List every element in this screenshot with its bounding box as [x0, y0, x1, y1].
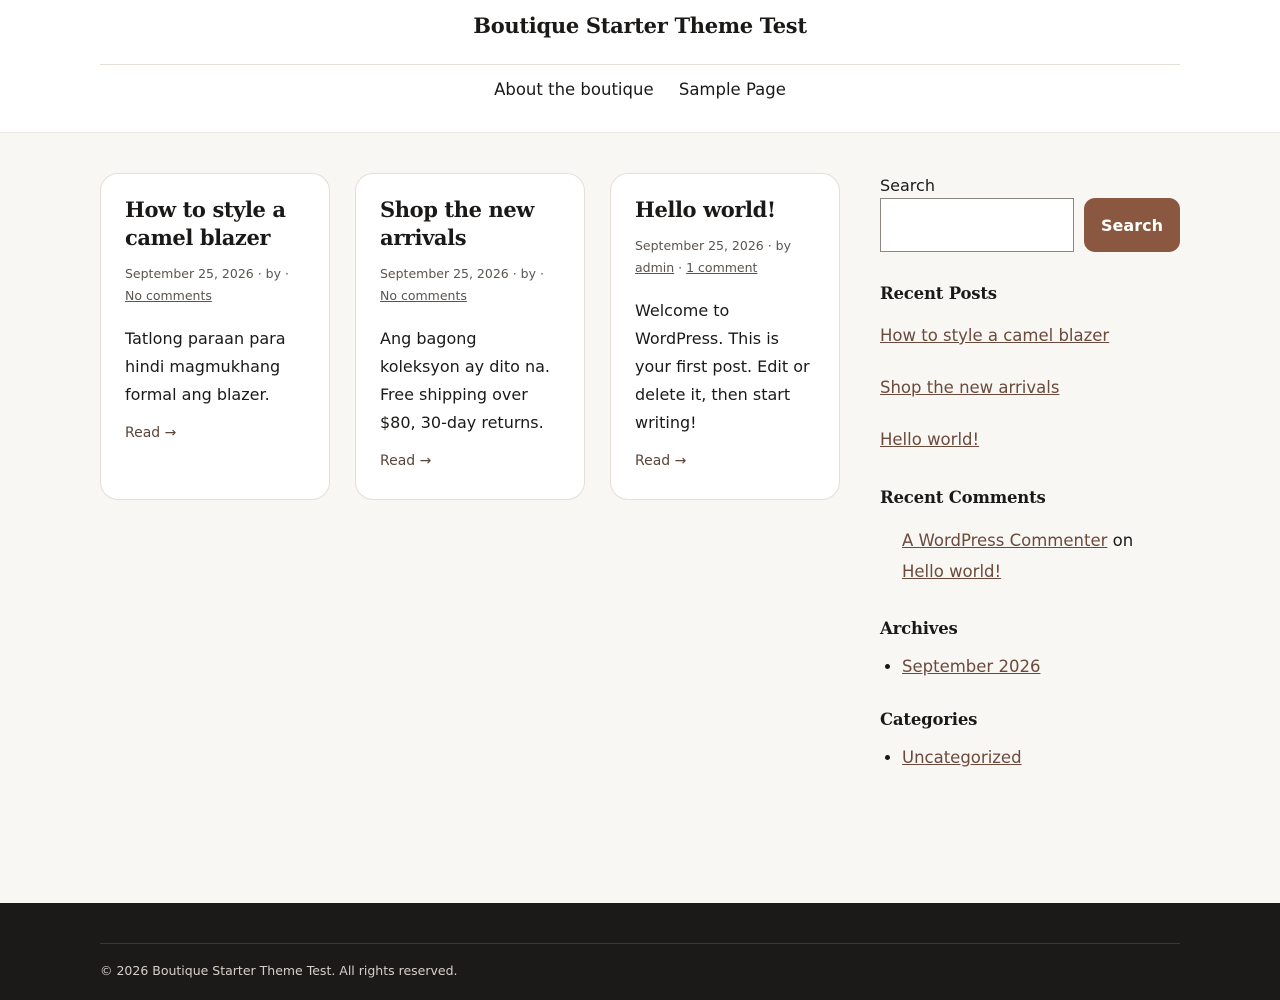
nav-item-sample-page[interactable]: Sample Page	[679, 80, 786, 99]
post-meta: September 25, 2026 · by · No comments	[125, 263, 305, 307]
archives-list: September 2026	[880, 656, 1180, 678]
categories-list: Uncategorized	[880, 747, 1180, 769]
recent-posts-list: How to style a camel blazer Shop the new…	[880, 320, 1180, 456]
search-button[interactable]: Search	[1084, 198, 1180, 252]
recent-post-link[interactable]: How to style a camel blazer	[880, 320, 1180, 352]
comment-post-link[interactable]: Hello world!	[902, 562, 1001, 581]
recent-comments-title: Recent Comments	[880, 488, 1046, 507]
post-date: September 25, 2026	[635, 238, 764, 253]
site-title: Boutique Starter Theme Test	[100, 0, 1180, 65]
archive-link[interactable]: September 2026	[902, 657, 1040, 676]
recent-post-link[interactable]: Shop the new arrivals	[880, 372, 1180, 404]
site-footer: © 2026 Boutique Starter Theme Test. All …	[0, 903, 1280, 1000]
nav-item-about[interactable]: About the boutique	[494, 80, 654, 99]
post-date: September 25, 2026	[125, 266, 254, 281]
copyright-text: © 2026 Boutique Starter Theme Test. All …	[100, 943, 1180, 978]
post-meta-separator: · by ·	[257, 266, 289, 281]
search-label: Search	[880, 176, 935, 195]
post-meta-separator: · by ·	[512, 266, 544, 281]
main-nav: About the boutique Sample Page	[100, 65, 1180, 132]
post-comments-link[interactable]: 1 comment	[686, 260, 757, 275]
search-input[interactable]	[880, 198, 1074, 252]
post-date: September 25, 2026	[380, 266, 509, 281]
post-title-link[interactable]: Hello world!	[635, 197, 776, 222]
read-more-link[interactable]: Read →	[635, 453, 686, 469]
search-form: Search	[880, 198, 1180, 252]
post-excerpt: Ang bagong koleksyon ay dito na. Free sh…	[380, 329, 550, 432]
sidebar: Search Search Recent Posts How to style …	[880, 176, 1180, 769]
post-card: How to style a camel blazer September 25…	[100, 173, 330, 500]
post-excerpt: Welcome to WordPress. This is your first…	[635, 301, 810, 432]
post-comments-link[interactable]: No comments	[380, 288, 467, 303]
post-list: How to style a camel blazer September 25…	[100, 173, 840, 500]
recent-comment: A WordPress Commenter on Hello world!	[880, 525, 1180, 587]
main-content: How to style a camel blazer September 25…	[100, 133, 1180, 903]
post-author-link[interactable]: admin	[635, 260, 674, 275]
post-card: Hello world! September 25, 2026 · by adm…	[610, 173, 840, 500]
list-item: September 2026	[902, 656, 1180, 678]
recent-posts-title: Recent Posts	[880, 284, 997, 303]
comment-on-text: on	[1112, 531, 1134, 550]
site-header: Boutique Starter Theme Test About the bo…	[0, 0, 1280, 133]
post-meta-separator: · by	[767, 238, 791, 253]
post-title-link[interactable]: How to style a camel blazer	[125, 197, 286, 250]
comment-author-link[interactable]: A WordPress Commenter	[902, 531, 1107, 550]
site-title-link[interactable]: Boutique Starter Theme Test	[473, 13, 807, 38]
post-meta: September 25, 2026 · by admin · 1 commen…	[635, 235, 815, 279]
read-more-link[interactable]: Read →	[125, 425, 176, 441]
categories-title: Categories	[880, 710, 978, 729]
post-card: Shop the new arrivals September 25, 2026…	[355, 173, 585, 500]
read-more-link[interactable]: Read →	[380, 453, 431, 469]
archives-title: Archives	[880, 619, 958, 638]
post-excerpt: Tatlong paraan para hindi magmukhang for…	[125, 329, 286, 404]
post-title-link[interactable]: Shop the new arrivals	[380, 197, 534, 250]
post-meta-separator: ·	[678, 260, 683, 275]
category-link[interactable]: Uncategorized	[902, 748, 1022, 767]
post-meta: September 25, 2026 · by · No comments	[380, 263, 560, 307]
list-item: Uncategorized	[902, 747, 1180, 769]
recent-post-link[interactable]: Hello world!	[880, 424, 1180, 456]
post-comments-link[interactable]: No comments	[125, 288, 212, 303]
